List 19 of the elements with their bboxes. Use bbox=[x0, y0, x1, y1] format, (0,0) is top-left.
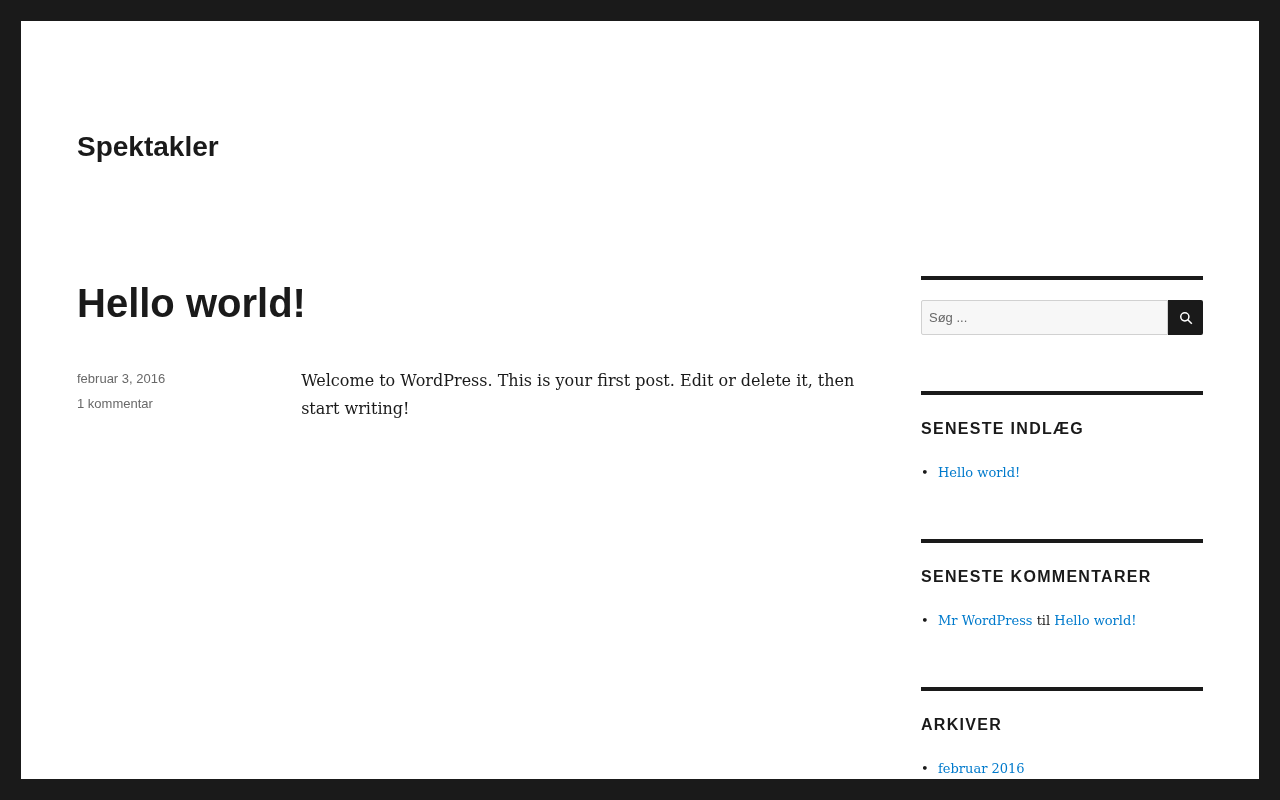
post-title: Hello world! bbox=[77, 280, 307, 327]
list-bullet: • bbox=[921, 612, 928, 630]
widget-link[interactable]: Mr WordPress bbox=[938, 613, 1033, 628]
list-bullet: • bbox=[921, 464, 928, 482]
widget-heading: SENESTE INDLÆG bbox=[921, 419, 1086, 439]
widget-heading: SENESTE KOMMENTARER bbox=[921, 567, 1153, 587]
widget-heading: ARKIVER bbox=[921, 715, 1004, 735]
comments-link[interactable]: 1 kommentar bbox=[77, 396, 153, 411]
search-icon bbox=[1178, 310, 1193, 325]
widget-link[interactable]: Hello world! bbox=[938, 463, 1021, 483]
list-bullet: • bbox=[921, 760, 928, 778]
post-date[interactable]: februar 3, 2016 bbox=[77, 371, 166, 386]
search-button[interactable] bbox=[1168, 300, 1203, 335]
post-body: Welcome to WordPress. This is your first post. Edit or delete it, then start writing! bbox=[301, 370, 856, 420]
site-title[interactable]: Spektakler bbox=[77, 131, 219, 163]
widget-link[interactable]: Hello world! bbox=[1054, 613, 1137, 628]
comment-entry: Mr WordPress til Hello world! bbox=[938, 612, 1137, 630]
search-field[interactable]: Søg ... bbox=[921, 300, 1168, 335]
widget-link[interactable]: februar 2016 bbox=[938, 759, 1025, 779]
